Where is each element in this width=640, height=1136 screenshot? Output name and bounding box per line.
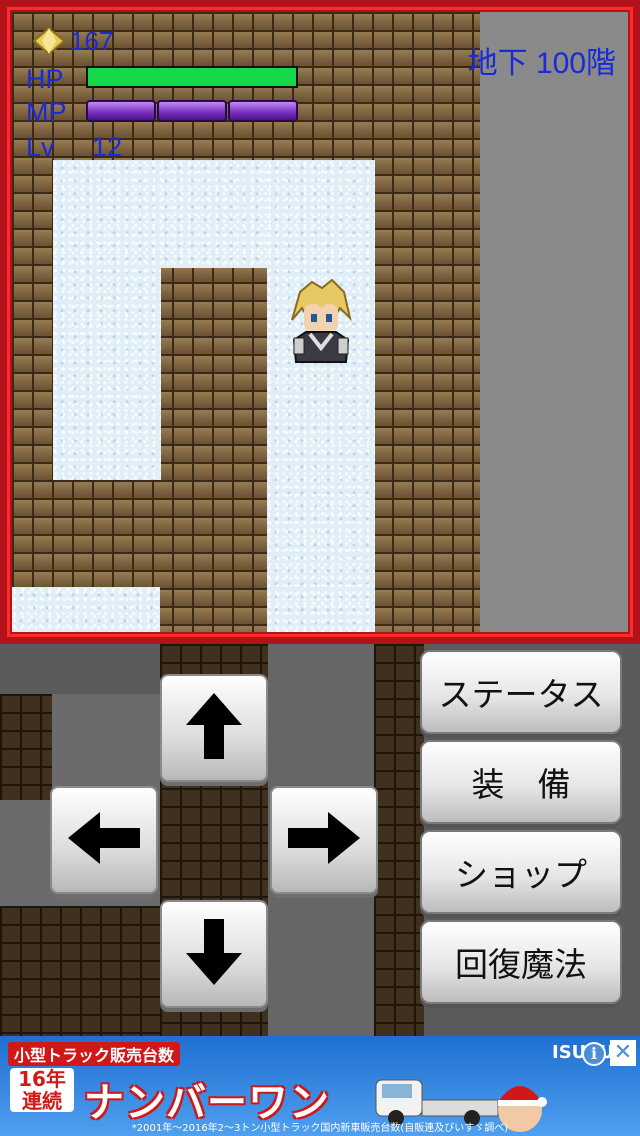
controls-panel: ステータス 装 備 ショップ 回復魔法 bbox=[0, 644, 640, 1036]
map-viewport bbox=[0, 0, 640, 644]
level-value: 12 bbox=[92, 132, 123, 162]
hp-label: HP bbox=[26, 64, 64, 94]
brick-wall-dark bbox=[374, 644, 424, 1036]
dpad-down-button[interactable] bbox=[160, 900, 268, 1008]
right-arrow-icon bbox=[286, 810, 362, 870]
heal-magic-button[interactable]: 回復魔法 bbox=[420, 920, 622, 1004]
dpad-right-button[interactable] bbox=[270, 786, 378, 894]
hp-bar bbox=[86, 66, 298, 88]
mp-segment bbox=[86, 100, 156, 122]
mp-label: MP bbox=[26, 97, 67, 127]
ad-top-line: 小型トラック販売台数 bbox=[8, 1042, 181, 1066]
gem-count: 167 bbox=[70, 26, 114, 56]
brick-wall-dark bbox=[0, 906, 160, 1036]
ad-fineprint: *2001年〜2016年2〜3トン小型トラック国内新車販売台数(自販連及びいすゞ… bbox=[131, 1123, 509, 1134]
brick-wall-dark bbox=[0, 694, 52, 800]
floor-dark bbox=[52, 694, 160, 800]
status-button[interactable]: ステータス bbox=[420, 650, 622, 734]
equip-button[interactable]: 装 備 bbox=[420, 740, 622, 824]
floor-ice bbox=[12, 587, 160, 632]
floor-ice bbox=[53, 160, 161, 480]
ad-info-icon[interactable]: i bbox=[582, 1042, 606, 1066]
void-area bbox=[480, 12, 628, 632]
up-arrow-icon bbox=[184, 691, 244, 765]
down-arrow-icon bbox=[184, 917, 244, 991]
floor-ice bbox=[267, 160, 375, 632]
ad-years: 16年 連続 bbox=[10, 1068, 74, 1112]
hero-sprite bbox=[286, 278, 356, 366]
shop-button[interactable]: ショップ bbox=[420, 830, 622, 914]
lv-label: Lv bbox=[26, 132, 55, 162]
hp-bar-fill bbox=[88, 68, 296, 86]
dpad-left-button[interactable] bbox=[50, 786, 158, 894]
mp-segment bbox=[228, 100, 298, 122]
mp-segment bbox=[157, 100, 227, 122]
gem-icon bbox=[32, 26, 66, 60]
dpad-up-button[interactable] bbox=[160, 674, 268, 782]
ad-banner[interactable]: 小型トラック販売台数 16年 連続 ナンバーワン ISUZU i ✕ *2001… bbox=[0, 1036, 640, 1136]
ad-close-icon[interactable]: ✕ bbox=[610, 1040, 636, 1066]
floor-indicator: 地下 100階 bbox=[467, 47, 616, 80]
left-arrow-icon bbox=[66, 810, 142, 870]
